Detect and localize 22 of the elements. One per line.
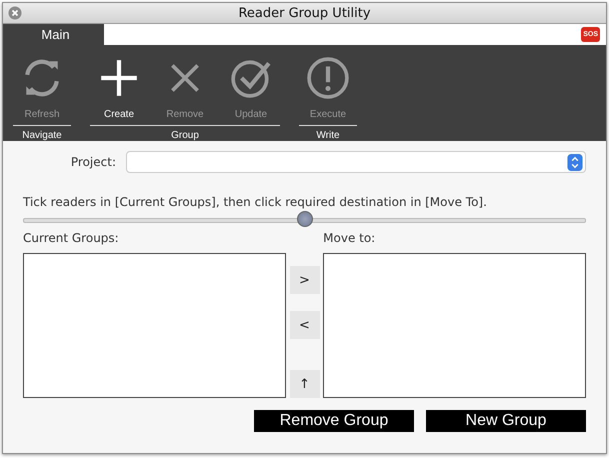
toolbar-button[interactable]: Create	[88, 45, 150, 125]
list-label: Current Groups:	[23, 231, 120, 245]
action-button[interactable]: Remove Group	[254, 410, 414, 432]
window-title: Reader Group Utility	[238, 6, 371, 20]
group-label: Navigate	[21, 130, 63, 141]
instruction-text: Tick readers in [Current Groups], then click required destination in [Move To].	[23, 195, 488, 209]
move-button[interactable]: >	[290, 266, 320, 294]
list-label: Move to:	[323, 231, 376, 245]
move-to-list[interactable]	[323, 253, 586, 398]
current-groups-list[interactable]	[23, 253, 286, 398]
dropdown-arrows-icon	[567, 154, 583, 170]
alert-icon	[307, 57, 349, 99]
splitter-handle[interactable]	[296, 211, 312, 227]
plus-icon	[98, 57, 140, 99]
move-button[interactable]: ↑	[290, 370, 320, 398]
action-button[interactable]: New Group	[426, 410, 586, 432]
group-label: Write	[315, 130, 341, 141]
project-label: Project:	[70, 155, 116, 169]
move-button[interactable]: <	[290, 311, 320, 339]
project-dropdown[interactable]	[126, 151, 586, 173]
group-label: Group	[170, 130, 200, 141]
close-icon[interactable]	[8, 6, 22, 20]
